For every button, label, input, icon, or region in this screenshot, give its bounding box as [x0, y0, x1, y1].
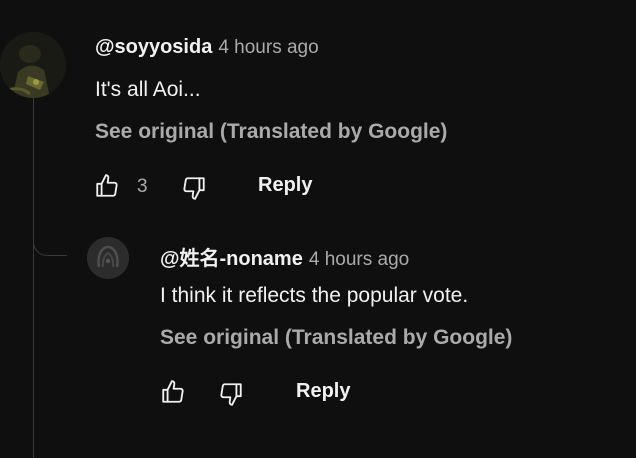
thread-line [33, 98, 34, 458]
reply-connector-line [33, 228, 67, 256]
reply-avatar[interactable] [87, 237, 129, 279]
reply-author-line: @姓名-noname 4 hours ago [160, 242, 409, 271]
like-count: 3 [137, 176, 148, 197]
comment-timestamp[interactable]: 4 hours ago [218, 37, 318, 58]
reply-reply-button[interactable]: Reply [296, 380, 350, 403]
see-original-link[interactable]: See original (Translated by Google) [95, 120, 447, 144]
reply-text: I think it reflects the popular vote. [160, 284, 469, 307]
reply-button[interactable]: Reply [258, 174, 312, 197]
comment-author-line: @soyyosida 4 hours ago [95, 36, 319, 59]
avatar[interactable] [0, 32, 66, 98]
reply-thumbs-down-icon[interactable] [218, 381, 244, 407]
reply-timestamp[interactable]: 4 hours ago [309, 249, 409, 270]
comment-author[interactable]: @soyyosida [95, 36, 212, 58]
thumbs-up-icon[interactable] [94, 173, 120, 199]
comment-text: It's all Aoi... [95, 78, 201, 101]
reply-see-original-link[interactable]: See original (Translated by Google) [160, 326, 512, 350]
thumbs-down-icon[interactable] [181, 175, 207, 201]
avatar-photo [0, 32, 66, 98]
reply-thumbs-up-icon[interactable] [160, 379, 186, 405]
reply-author[interactable]: @姓名-noname [160, 248, 303, 270]
reply-avatar-image [87, 237, 129, 279]
